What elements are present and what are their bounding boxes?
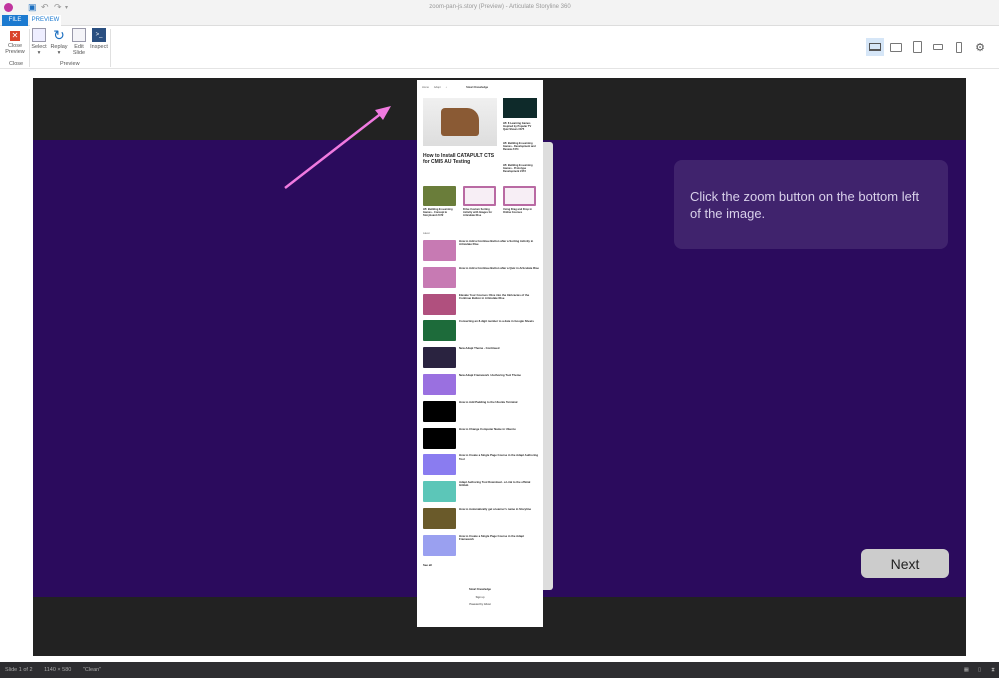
close-icon: ✕	[10, 31, 20, 41]
gear-icon: ⚙	[975, 41, 985, 54]
tablet-landscape-button[interactable]	[887, 38, 905, 56]
preview-group-label: Preview	[60, 61, 80, 67]
title-bar: ▣ ↶ ↷ ▾ zoom-pan-js.story (Preview) - Ar…	[0, 0, 999, 15]
close-preview-button[interactable]: ✕ Close Preview	[3, 28, 27, 55]
app-icon	[4, 3, 13, 12]
slide-size: 1140 × 580	[44, 667, 72, 673]
next-button[interactable]: Next	[861, 549, 949, 578]
grid-view-icon[interactable]: ▦	[964, 662, 969, 678]
ribbon: ✕ Close Preview Close Select ▾ ↻ Replay ▾ …	[0, 26, 999, 69]
settings-button[interactable]: ⚙	[971, 38, 989, 56]
phone-landscape-icon	[933, 44, 943, 50]
laptop-icon	[869, 43, 881, 51]
tablet-portrait-button[interactable]	[908, 38, 926, 56]
customize-icon[interactable]: ▾	[65, 4, 68, 11]
edit-slide-button[interactable]: Edit Slide	[71, 28, 87, 56]
replay-button[interactable]: ↻ Replay ▾	[49, 28, 69, 56]
replay-icon: ↻	[53, 27, 65, 43]
divider	[110, 29, 111, 67]
select-icon	[32, 28, 46, 42]
undo-icon[interactable]: ↶	[41, 2, 49, 13]
theme-name: "Clean"	[82, 667, 102, 673]
instruction-callout: Click the zoom button on the bottom left…	[674, 160, 948, 249]
phone-portrait-button[interactable]	[950, 38, 968, 56]
redo-icon[interactable]: ↷	[54, 2, 62, 13]
close-group-label: Close	[9, 61, 24, 67]
zoom-fit-icon[interactable]: ⧗	[991, 662, 995, 678]
tablet-portrait-icon	[912, 41, 922, 53]
status-bar: Slide 1 of 2 1140 × 580 "Clean" ▦ ▯ ⧗	[0, 662, 999, 678]
tab-file[interactable]: FILE	[2, 15, 28, 26]
ribbon-tabs: FILE PREVIEW	[0, 15, 999, 26]
arrow-line	[284, 111, 384, 189]
edit-slide-icon	[72, 28, 86, 42]
close-preview-label: Close Preview	[5, 43, 25, 55]
slide-count: Slide 1 of 2	[5, 667, 33, 673]
slide-stage: Home Adapt ⌕ Smart Knowledge How to Inst…	[33, 78, 966, 656]
inspect-button[interactable]: >_ Inspect	[89, 28, 109, 50]
phone-portrait-icon	[956, 41, 962, 53]
inspect-label: Inspect	[90, 44, 108, 50]
window-title: zoom-pan-js.story (Preview) - Articulate…	[429, 4, 571, 10]
divider	[29, 29, 30, 67]
laptop-view-button[interactable]	[866, 38, 884, 56]
edit-slide-label: Edit Slide	[72, 44, 86, 56]
normal-view-icon[interactable]: ▯	[978, 662, 981, 678]
tablet-landscape-icon	[890, 42, 902, 52]
select-button[interactable]: Select ▾	[31, 28, 47, 56]
phone-landscape-button[interactable]	[929, 38, 947, 56]
tab-preview[interactable]: PREVIEW	[30, 15, 61, 26]
save-icon[interactable]: ▣	[28, 2, 37, 13]
inspect-icon: >_	[92, 28, 106, 42]
